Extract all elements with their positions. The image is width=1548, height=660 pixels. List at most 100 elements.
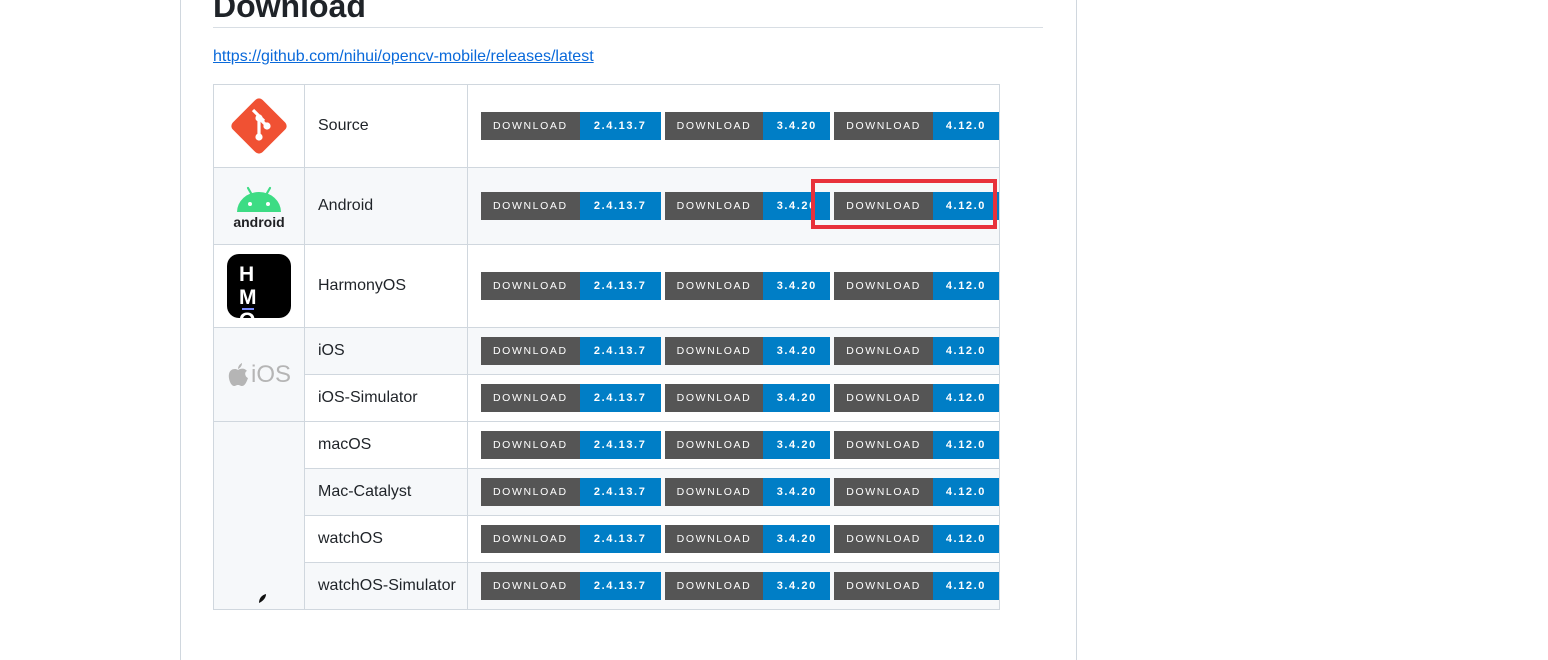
- badge-version: 4.12.0: [932, 112, 999, 140]
- platform-name: Mac-Catalyst: [304, 468, 468, 516]
- download-button-android-2-4-13-7[interactable]: DOWNLOAD 2.4.13.7: [481, 192, 661, 220]
- badge-label: DOWNLOAD: [664, 337, 764, 365]
- badge-version: 2.4.13.7: [579, 431, 661, 459]
- download-button-macos-2-4-13-7[interactable]: DOWNLOAD 2.4.13.7: [481, 431, 661, 459]
- page-title: Download: [213, 0, 366, 24]
- download-button-harmonyos-3-4-20[interactable]: DOWNLOAD 3.4.20: [664, 272, 831, 300]
- badge-label: DOWNLOAD: [834, 525, 933, 553]
- badge-label: DOWNLOAD: [481, 192, 580, 220]
- ios-wordmark: iOS: [250, 360, 291, 388]
- badge-group: DOWNLOAD 2.4.13.7 DOWNLOAD 3.4.20 DOWNLOAD…: [481, 337, 999, 365]
- platform-icon-cell: iOS: [213, 327, 305, 422]
- badge-version: 2.4.13.7: [579, 478, 661, 506]
- badge-version: 2.4.13.7: [579, 192, 661, 220]
- platform-icon-cell: [213, 84, 305, 168]
- android-head-icon: [237, 186, 281, 212]
- release-link[interactable]: https://github.com/nihui/opencv-mobile/r…: [213, 47, 594, 67]
- badge-label: DOWNLOAD: [481, 431, 580, 459]
- badge-version: 3.4.20: [763, 525, 831, 553]
- git-icon: [231, 98, 287, 154]
- badge-version: 4.12.0: [932, 572, 999, 600]
- table-row: android Android DOWNLOAD 2.4.13.7 DOWNLOA…: [213, 167, 1000, 245]
- badge-version: 3.4.20: [763, 192, 831, 220]
- badge-version: 4.12.0: [932, 431, 999, 459]
- download-buttons-cell: DOWNLOAD 2.4.13.7 DOWNLOAD 3.4.20 DOWNLOAD…: [467, 84, 1000, 168]
- download-buttons-cell: DOWNLOAD 2.4.13.7 DOWNLOAD 3.4.20 DOWNLOAD…: [467, 421, 1000, 469]
- download-button-harmonyos-2-4-13-7[interactable]: DOWNLOAD 2.4.13.7: [481, 272, 661, 300]
- badge-label: DOWNLOAD: [664, 112, 764, 140]
- badge-group: DOWNLOAD 2.4.13.7 DOWNLOAD 3.4.20 DOWNLOAD…: [481, 525, 999, 553]
- badge-version: 2.4.13.7: [579, 384, 661, 412]
- download-buttons-cell: DOWNLOAD 2.4.13.7 DOWNLOAD 3.4.20 DOWNLOAD…: [467, 562, 1000, 610]
- table-row: HMOS HarmonyOS DOWNLOAD2.4.13.7 DOWNLOAD…: [213, 244, 1000, 328]
- badge-label: DOWNLOAD: [834, 572, 933, 600]
- download-button-ios-simulator-4-12-0[interactable]: DOWNLOAD 4.12.0: [834, 384, 999, 412]
- download-button-watchos-simulator-2-4-13-7[interactable]: DOWNLOAD 2.4.13.7: [481, 572, 661, 600]
- download-button-android-4-12-0[interactable]: DOWNLOAD 4.12.0: [834, 192, 999, 220]
- download-button-watchos-simulator-4-12-0[interactable]: DOWNLOAD 4.12.0: [834, 572, 999, 600]
- download-button-mac-catalyst-2-4-13-7[interactable]: DOWNLOAD 2.4.13.7: [481, 478, 661, 506]
- badge-version: 3.4.20: [763, 572, 831, 600]
- platform-name: watchOS: [304, 515, 468, 563]
- badge-label: DOWNLOAD: [481, 525, 580, 553]
- table-row: iOS iOS DOWNLOAD 2.4.13.7 DOWNLOAD 3.4.20 …: [213, 327, 1000, 422]
- android-wordmark: android: [233, 213, 285, 230]
- badge-group: DOWNLOAD 2.4.13.7 DOWNLOAD 3.4.20 DOWNLOAD…: [481, 272, 999, 300]
- badge-label: DOWNLOAD: [481, 572, 580, 600]
- download-button-watchos-2-4-13-7[interactable]: DOWNLOAD 2.4.13.7: [481, 525, 661, 553]
- table-row: Mac-Catalyst DOWNLOAD 2.4.13.7 DOWNLOAD 3.…: [214, 468, 1000, 516]
- badge-group: DOWNLOAD 2.4.13.7 DOWNLOAD 3.4.20 DOWNLOAD…: [481, 572, 999, 600]
- download-button-source-2-4-13-7[interactable]: DOWNLOAD 2.4.13.7: [481, 112, 661, 140]
- download-button-watchos-3-4-20[interactable]: DOWNLOAD 3.4.20: [664, 525, 831, 553]
- download-button-source-3-4-20[interactable]: DOWNLOAD 3.4.20: [664, 112, 831, 140]
- badge-version: 3.4.20: [763, 431, 831, 459]
- download-button-macos-4-12-0[interactable]: DOWNLOAD 4.12.0: [834, 431, 999, 459]
- harmonyos-icon: HMOS: [227, 254, 291, 318]
- download-button-ios-simulator-2-4-13-7[interactable]: DOWNLOAD 2.4.13.7: [481, 384, 661, 412]
- download-button-ios-simulator-3-4-20[interactable]: DOWNLOAD 3.4.20: [664, 384, 831, 412]
- badge-label: DOWNLOAD: [481, 384, 580, 412]
- badge-label: DOWNLOAD: [664, 431, 764, 459]
- download-button-source-4-12-0[interactable]: DOWNLOAD 4.12.0: [834, 112, 999, 140]
- download-button-harmonyos-4-12-0[interactable]: DOWNLOAD 4.12.0: [834, 272, 999, 300]
- badge-label: DOWNLOAD: [834, 478, 933, 506]
- platform-name: iOS: [304, 327, 468, 375]
- download-buttons-cell: DOWNLOAD 2.4.13.7 DOWNLOAD 3.4.20 DOWNLOAD…: [467, 167, 1000, 245]
- badge-group: DOWNLOAD 2.4.13.7 DOWNLOAD 3.4.20 DOWNLOAD…: [481, 431, 999, 459]
- badge-version: 3.4.20: [763, 112, 831, 140]
- download-button-watchos-simulator-3-4-20[interactable]: DOWNLOAD 3.4.20: [664, 572, 831, 600]
- download-button-macos-3-4-20[interactable]: DOWNLOAD 3.4.20: [664, 431, 831, 459]
- badge-version: 4.12.0: [932, 272, 999, 300]
- download-button-mac-catalyst-3-4-20[interactable]: DOWNLOAD 3.4.20: [664, 478, 831, 506]
- badge-label: DOWNLOAD: [481, 112, 580, 140]
- table-row: Source DOWNLOAD 2.4.13.7 DOWNLOAD 3.4.20 D…: [213, 84, 1000, 168]
- download-table: Source DOWNLOAD 2.4.13.7 DOWNLOAD 3.4.20 D…: [213, 84, 1000, 610]
- download-button-ios-2-4-13-7[interactable]: DOWNLOAD 2.4.13.7: [481, 337, 661, 365]
- download-button-mac-catalyst-4-12-0[interactable]: DOWNLOAD 4.12.0: [834, 478, 999, 506]
- badge-label: DOWNLOAD: [481, 478, 580, 506]
- download-button-android-3-4-20[interactable]: DOWNLOAD 3.4.20: [664, 192, 831, 220]
- platform-icon-cell: [213, 421, 305, 610]
- badge-label: DOWNLOAD: [664, 525, 764, 553]
- badge-label: DOWNLOAD: [481, 337, 580, 365]
- download-button-ios-3-4-20[interactable]: DOWNLOAD 3.4.20: [664, 337, 831, 365]
- download-button-watchos-4-12-0[interactable]: DOWNLOAD 4.12.0: [834, 525, 999, 553]
- badge-label: DOWNLOAD: [664, 192, 764, 220]
- download-button-ios-4-12-0[interactable]: DOWNLOAD 4.12.0: [834, 337, 999, 365]
- badge-version: 4.12.0: [932, 525, 999, 553]
- badge-version: 2.4.13.7: [579, 112, 661, 140]
- platform-name: Source: [304, 84, 468, 168]
- badge-version: 2.4.13.7: [579, 572, 661, 600]
- table-row: watchOS-Simulator DOWNLOAD 2.4.13.7 DOWNL…: [214, 562, 1000, 610]
- download-buttons-cell: DOWNLOAD 2.4.13.7 DOWNLOAD 3.4.20 DOWNLOAD…: [467, 244, 1000, 328]
- platform-name: watchOS-Simulator: [304, 562, 468, 610]
- platform-name: macOS: [304, 421, 468, 469]
- badge-label: DOWNLOAD: [834, 431, 933, 459]
- apple-icon: [259, 594, 266, 603]
- badge-version: 2.4.13.7: [579, 272, 661, 300]
- badge-label: DOWNLOAD: [834, 192, 933, 220]
- badge-version: 3.4.20: [763, 384, 831, 412]
- badge-label: DOWNLOAD: [664, 572, 764, 600]
- harmonyos-underline: [242, 308, 254, 310]
- badge-group: DOWNLOAD 2.4.13.7 DOWNLOAD 3.4.20 DOWNLOAD…: [481, 112, 999, 140]
